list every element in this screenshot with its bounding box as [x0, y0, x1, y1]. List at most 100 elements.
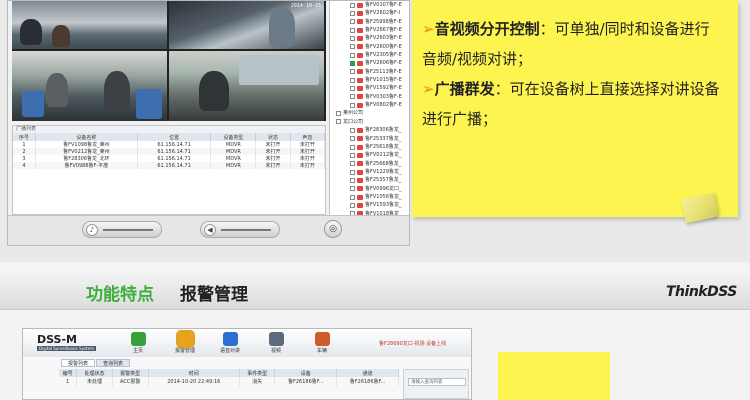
checkbox[interactable] [350, 161, 355, 167]
module-button[interactable]: 报警管理 [170, 330, 200, 354]
table-cell: 鲁FV0988鲁F-平度 [35, 162, 138, 169]
table-row[interactable]: 4 鲁FV0988鲁F-平度 61.156.14.71 MDVR 未打开 未打开 [13, 162, 326, 169]
checkbox[interactable] [350, 136, 355, 142]
device-tree-item[interactable]: 鲁FV1056鲁龙_ [330, 193, 409, 201]
device-tree-item[interactable]: 鲁FV2606鲁F-E [330, 59, 409, 67]
checkbox[interactable] [350, 169, 355, 175]
video-channel-4[interactable] [169, 51, 324, 121]
table-row[interactable]: 3 鲁F28306鲁龙_北环 61.156.14.71 MDVR 未打开 未打开 [13, 155, 326, 162]
bus-icon [357, 152, 363, 158]
table-cell: MDVR [210, 162, 257, 169]
device-tree-item[interactable]: 鲁FV0996龙口_ [330, 185, 409, 193]
checkbox[interactable] [350, 69, 355, 75]
checkbox[interactable] [350, 194, 355, 200]
device-tree-item[interactable]: 鲁F25998鲁F-E [330, 18, 409, 26]
device-tree-item[interactable]: 鲁F25337鲁龙_ [330, 135, 409, 143]
tab-alarm-list[interactable]: 报警列表 [61, 359, 96, 367]
checkbox[interactable] [350, 27, 355, 33]
slider-track[interactable] [103, 229, 153, 231]
broadcast-list-panel: 广播列表 序号 设备名称 位置 设备类型 状态 声音 1 鲁FV1098鲁龙_莱州 61.15… [12, 125, 326, 215]
module-label: 主页 [132, 348, 143, 354]
device-tree-item[interactable]: 鲁FV0802鲁F-E [330, 101, 409, 109]
column-header: 时间 [148, 369, 240, 377]
checkbox[interactable] [350, 127, 355, 133]
checkbox[interactable] [350, 44, 355, 50]
device-tree-item[interactable]: 龙口公司 [330, 118, 409, 126]
passenger-figure [20, 19, 42, 45]
bus-icon [357, 44, 363, 50]
device-tree-item[interactable]: 鲁F25357鲁龙_ [330, 176, 409, 184]
module-button[interactable]: 车辆 [307, 332, 337, 354]
checkbox[interactable] [350, 61, 355, 67]
device-tree-label: 鲁FV1593鲁龙_ [365, 202, 402, 209]
device-tree-item[interactable]: 鲁F28306鲁龙_ [330, 126, 409, 134]
slider-track[interactable] [221, 229, 271, 231]
device-tree-item[interactable]: 鲁FV2600鲁F-E [330, 43, 409, 51]
mic-icon: ♪ [86, 224, 98, 236]
module-button[interactable]: 视频 [261, 332, 291, 354]
bus-icon [357, 161, 363, 167]
checkbox[interactable] [350, 36, 355, 42]
checkbox[interactable] [350, 186, 355, 192]
bus-icon [357, 127, 363, 133]
checkbox[interactable] [350, 202, 355, 208]
checkbox[interactable] [336, 119, 341, 125]
bus-icon [357, 19, 363, 25]
table-row[interactable]: 2 鲁FV0212鲁龙_莱州 61.156.14.71 MDVR 未打开 未打开 [13, 148, 326, 155]
device-tree-item[interactable]: 鲁FV1015鲁F-E [330, 76, 409, 84]
video-channel-2[interactable]: 2014-10-15 [169, 1, 324, 49]
record-button[interactable]: ◎ [324, 220, 342, 238]
module-button[interactable]: 语音对讲 [215, 332, 245, 354]
dss-app-header: DSS-M Digital Surveillance System 主页 报警管理… [23, 329, 471, 357]
checkbox[interactable] [350, 152, 355, 158]
checkbox[interactable] [350, 11, 355, 17]
video-timestamp: 2014-10-15 [290, 3, 321, 9]
speaker-volume-slider[interactable]: ◀ [200, 221, 280, 238]
video-channel-3[interactable] [12, 51, 167, 121]
checkbox[interactable] [350, 177, 355, 183]
device-tree-item[interactable]: 鲁FV1229鲁龙_ [330, 168, 409, 176]
mic-volume-slider[interactable]: ♪ [82, 221, 162, 238]
device-tree-item[interactable]: 鲁F25618鲁龙_ [330, 143, 409, 151]
checkbox[interactable] [350, 144, 355, 150]
device-tree-label: 鲁FV2606鲁F-E [365, 60, 402, 67]
checkbox[interactable] [336, 111, 341, 117]
checkbox[interactable] [350, 102, 355, 108]
broadcast-table: 序号 设备名称 位置 设备类型 状态 声音 1 鲁FV1098鲁龙_莱州 61.156.14.… [13, 133, 326, 169]
table-row[interactable]: 1 鲁FV1098鲁龙_莱州 61.156.14.71 MDVR 未打开 未打开 [13, 141, 326, 148]
note-item1-title: 音视频分开控制 [434, 20, 540, 38]
table-cell: 未打开 [290, 141, 326, 148]
checkbox[interactable] [350, 19, 355, 25]
checkbox[interactable] [350, 2, 355, 8]
device-tree-label: 鲁FV0802鲁F-E [365, 102, 402, 109]
bus-icon [357, 194, 363, 200]
tab-query-list[interactable]: 查询列表 [96, 359, 131, 367]
checkbox[interactable] [350, 94, 355, 100]
device-tree-item[interactable]: 鲁FV1592鲁F-E [330, 84, 409, 92]
device-tree-item[interactable]: 鲁FV0107鲁F-E [330, 1, 409, 9]
module-button[interactable]: 主页 [123, 332, 153, 354]
device-tree-item[interactable]: 鲁FV2667鲁F-E [330, 26, 409, 34]
device-tree-label: 鲁F25618鲁龙_ [365, 143, 402, 150]
device-tree-item[interactable]: 鲁F25668鲁龙_ [330, 160, 409, 168]
search-input[interactable]: 请输入查询内容 [408, 378, 466, 386]
device-tree-item[interactable]: 鲁FV2602鲁F-I [330, 9, 409, 17]
table-cell: 3 [13, 155, 36, 162]
table-row[interactable]: 1 未处理 ACC报警 2014-10-20 22:49:16 消失 鲁F26186鲁F.… [59, 377, 399, 386]
checkbox[interactable] [350, 52, 355, 58]
device-tree-item[interactable]: 鲁FV1593鲁龙_ [330, 201, 409, 209]
video-channel-1[interactable] [12, 1, 167, 49]
device-tree-label: 莱州公司 [343, 110, 364, 117]
checkbox[interactable] [350, 77, 355, 83]
device-tree-item[interactable]: 鲁FV2305鲁F-E [330, 51, 409, 59]
module-label: 语音对讲 [219, 348, 240, 354]
device-tree-item[interactable]: 鲁FV2603鲁F-E [330, 34, 409, 42]
table-cell: MDVR [210, 148, 257, 155]
device-tree-item[interactable]: 鲁F25113鲁F-E [330, 68, 409, 76]
checkbox[interactable] [350, 86, 355, 92]
video-grid: 2014-10-15 [12, 1, 326, 121]
device-tree-item[interactable]: 鲁FV0303鲁F-E [330, 93, 409, 101]
device-tree-item[interactable]: 莱州公司 [330, 109, 409, 117]
device-tree-item[interactable]: 鲁FV0212鲁龙_ [330, 151, 409, 159]
table-cell: 61.156.14.71 [137, 141, 212, 148]
